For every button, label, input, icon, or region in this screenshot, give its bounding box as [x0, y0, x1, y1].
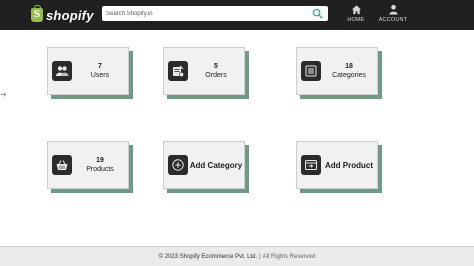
- categories-card[interactable]: 18 Categories: [296, 47, 378, 95]
- footer: © 2023 Shopify Ecommerce Pvt. Ltd. | All…: [0, 246, 474, 266]
- users-icon: [52, 61, 72, 81]
- orders-label: Orders: [205, 71, 227, 79]
- categories-icon: [301, 61, 321, 81]
- brand-name: shopify: [46, 7, 94, 23]
- footer-copyright: © 2023 Shopify Ecommerce Pvt. Ltd.: [158, 253, 258, 260]
- add-product-icon: [301, 155, 321, 175]
- footer-rights: All Rights Reserved: [262, 253, 316, 260]
- nav-home-label: HOME: [347, 17, 365, 23]
- users-count: 7: [98, 62, 102, 70]
- search-input[interactable]: [106, 6, 306, 21]
- products-card[interactable]: 19 Products: [47, 141, 129, 189]
- search-icon[interactable]: [312, 8, 323, 19]
- products-count: 19: [96, 156, 104, 164]
- users-label: Users: [90, 71, 110, 79]
- products-basket-icon: [52, 155, 72, 175]
- nav-account-label: ACCOUNT: [378, 17, 408, 23]
- orders-count: 5: [214, 62, 218, 70]
- categories-label: Categories: [332, 71, 366, 79]
- plus-circle-icon: [168, 155, 188, 175]
- top-navbar: S shopify HOME ACCOUNT: [0, 0, 474, 30]
- nav-account-link[interactable]: ACCOUNT: [376, 4, 410, 23]
- products-label: Products: [86, 165, 114, 173]
- orders-icon: [168, 61, 188, 81]
- orders-card[interactable]: 5 Orders: [163, 47, 245, 95]
- brand-logo[interactable]: S shopify: [31, 5, 94, 25]
- add-product-card[interactable]: Add Product: [296, 141, 378, 189]
- footer-separator: |: [259, 253, 261, 260]
- nav-home-link[interactable]: HOME: [339, 4, 373, 23]
- add-product-label: Add Product: [325, 160, 373, 170]
- shopify-bag-icon: S: [31, 5, 43, 22]
- users-card[interactable]: 7 Users: [47, 47, 129, 95]
- home-icon: [351, 5, 361, 15]
- categories-count: 18: [345, 62, 353, 70]
- search-bar: [102, 6, 328, 21]
- add-category-card[interactable]: Add Category: [163, 141, 245, 189]
- side-arrow-icon: ➜: [0, 90, 7, 99]
- user-icon: [388, 4, 398, 15]
- add-category-label: Add Category: [189, 160, 243, 170]
